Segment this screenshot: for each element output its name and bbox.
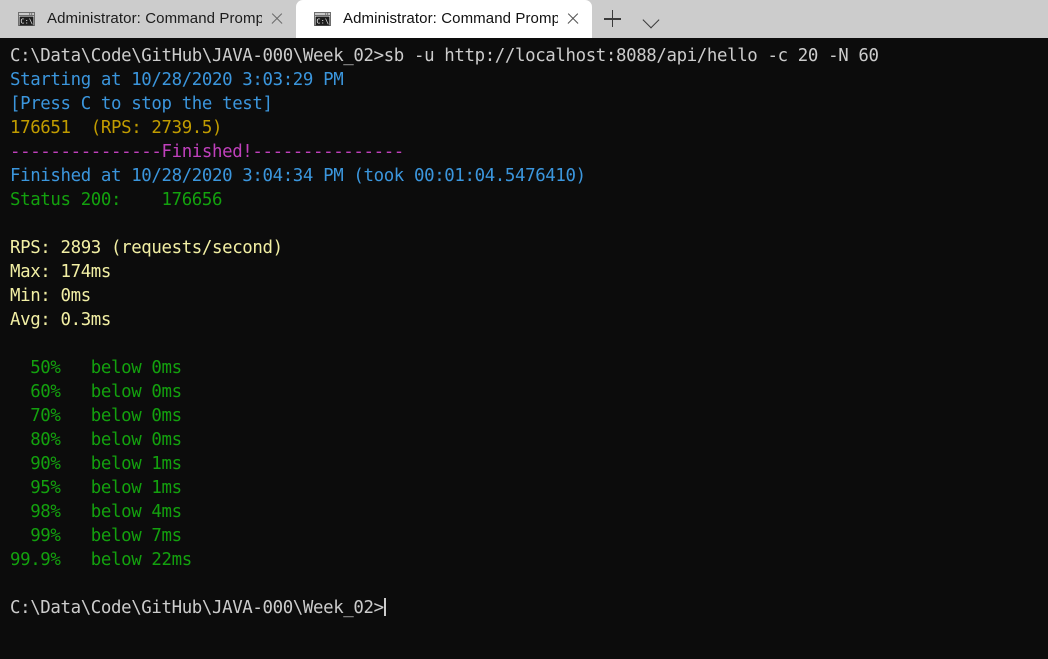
chevron-down-icon: [642, 11, 660, 29]
svg-text:C:\: C:\: [316, 17, 329, 25]
terminal-line-list: C:\Data\Code\GitHub\JAVA-000\Week_02>sb …: [10, 44, 1048, 596]
terminal-line: 60% below 0ms: [10, 382, 182, 402]
tab-2[interactable]: C:\ Administrator: Command Promp: [296, 0, 592, 38]
cmd-icon: C:\: [314, 12, 331, 26]
terminal-line: 80% below 0ms: [10, 430, 182, 450]
terminal-line: Starting at 10/28/2020 3:03:29 PM: [10, 70, 344, 90]
terminal-line: 99.9% below 22ms: [10, 550, 192, 570]
terminal-line: 99% below 7ms: [10, 526, 182, 546]
terminal-line: 50% below 0ms: [10, 358, 182, 378]
prompt-path: C:\Data\Code\GitHub\JAVA-000\Week_02>: [10, 598, 384, 618]
tab-dropdown-button[interactable]: [632, 0, 674, 38]
terminal-line: Status 200: 176656: [10, 190, 223, 210]
terminal-line: [Press C to stop the test]: [10, 94, 273, 114]
text-cursor: [383, 598, 386, 616]
terminal-line: 90% below 1ms: [10, 454, 182, 474]
terminal-line: RPS: 2893 (requests/second): [10, 238, 283, 258]
terminal-line: Avg: 0.3ms: [10, 310, 112, 330]
terminal-line: C:\Data\Code\GitHub\JAVA-000\Week_02>sb …: [10, 46, 879, 66]
terminal-line: 70% below 0ms: [10, 406, 182, 426]
terminal-line: 176651 (RPS: 2739.5): [10, 118, 223, 138]
terminal-prompt-line: C:\Data\Code\GitHub\JAVA-000\Week_02>: [10, 596, 1048, 620]
terminal-line: Min: 0ms: [10, 286, 91, 306]
cmd-icon: C:\: [18, 12, 35, 26]
tab-1-title: Administrator: Command Promp: [47, 10, 262, 27]
tab-1[interactable]: C:\ Administrator: Command Promp: [0, 0, 296, 38]
tab-2-title: Administrator: Command Promp: [343, 10, 558, 27]
terminal-line: 98% below 4ms: [10, 502, 182, 522]
terminal-line: Max: 174ms: [10, 262, 112, 282]
terminal-line: Finished at 10/28/2020 3:04:34 PM (took …: [10, 166, 586, 186]
terminal-line: 95% below 1ms: [10, 478, 182, 498]
terminal-line: ---------------Finished!---------------: [10, 142, 404, 162]
terminal-output[interactable]: C:\Data\Code\GitHub\JAVA-000\Week_02>sb …: [0, 38, 1048, 659]
tab-2-close-icon[interactable]: [558, 0, 588, 38]
new-tab-button[interactable]: [592, 0, 632, 38]
svg-text:C:\: C:\: [20, 17, 33, 25]
window-titlebar: C:\ Administrator: Command Promp C:\ Adm…: [0, 0, 1048, 38]
tab-1-close-icon[interactable]: [262, 0, 292, 38]
